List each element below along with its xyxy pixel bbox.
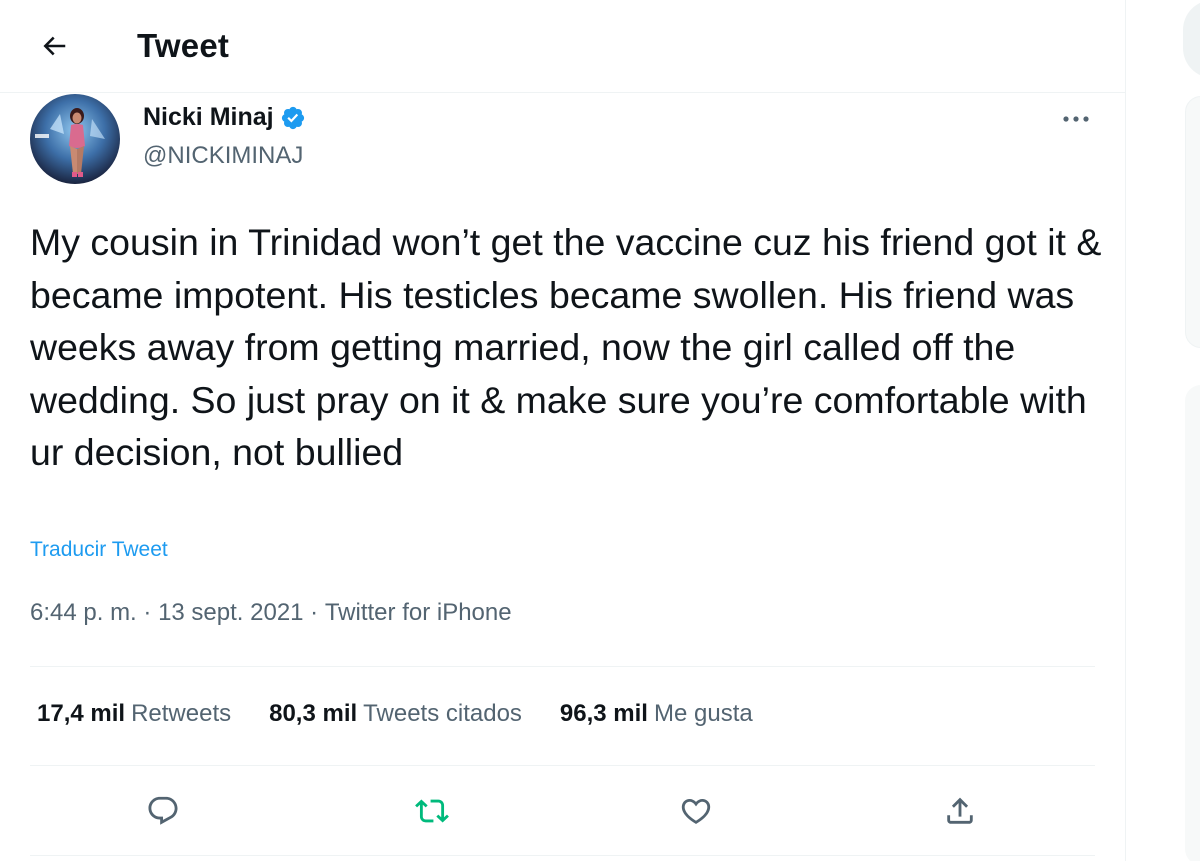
translate-tweet-link[interactable]: Traducir Tweet (30, 538, 168, 562)
likes-count: 96,3 mil (559, 700, 648, 727)
verified-badge-icon (281, 106, 304, 129)
reply-button[interactable] (140, 788, 186, 834)
quote-tweets-count: 80,3 mil (269, 700, 358, 727)
meta-separator: · (136, 599, 159, 626)
share-button[interactable] (937, 788, 983, 834)
retweets-count: 17,4 mil (37, 700, 126, 727)
divider (30, 765, 1095, 766)
back-button[interactable] (34, 26, 74, 66)
tweet-detail-column: Tweet Nicki Minaj @NICKIMINAJ My cousin … (0, 0, 1126, 861)
sidebar-card (1185, 385, 1200, 861)
reply-icon (148, 796, 178, 825)
quote-tweets-label: Tweets citados (363, 700, 522, 727)
more-options-button[interactable] (1054, 104, 1098, 134)
tweet-metadata: 6:44 p. m. · 13 sept. 2021 · Twitter for… (30, 599, 512, 627)
author-name-row: Nicki Minaj (143, 103, 306, 132)
meta-separator: · (303, 599, 325, 626)
divider (30, 855, 1095, 856)
sidebar-card (1185, 96, 1200, 348)
divider (30, 666, 1095, 667)
heart-icon (681, 798, 711, 824)
likes-stat[interactable]: 96,3 mil Me gusta (560, 700, 753, 728)
sidebar-search-box[interactable] (1183, 0, 1200, 78)
tweet-source[interactable]: Twitter for iPhone (325, 599, 512, 627)
author-display-name[interactable]: Nicki Minaj (143, 103, 274, 132)
retweets-stat[interactable]: 17,4 mil Retweets (37, 700, 231, 728)
retweet-icon (415, 799, 449, 823)
retweet-button[interactable] (409, 788, 455, 834)
likes-label: Me gusta (653, 700, 753, 727)
like-button[interactable] (673, 788, 719, 834)
tweet-stats: 17,4 mil Retweets 80,3 mil Tweets citado… (37, 700, 753, 728)
retweets-label: Retweets (131, 700, 232, 727)
page-title: Tweet (137, 27, 230, 64)
right-sidebar (1127, 0, 1200, 861)
tweet-text: My cousin in Trinidad won’t get the vacc… (30, 221, 1102, 473)
more-horizontal-icon (1063, 116, 1089, 122)
share-icon (947, 797, 973, 824)
tweet-actions-bar (0, 780, 1126, 840)
tweet-time[interactable]: 6:44 p. m. (30, 599, 137, 627)
page-header: Tweet (0, 0, 1126, 93)
tweet-date[interactable]: 13 sept. 2021 (158, 599, 303, 627)
author-handle[interactable]: @NICKIMINAJ (143, 142, 303, 170)
avatar[interactable] (30, 94, 120, 184)
arrow-left-icon (43, 36, 66, 56)
quote-tweets-stat[interactable]: 80,3 mil Tweets citados (269, 700, 522, 728)
